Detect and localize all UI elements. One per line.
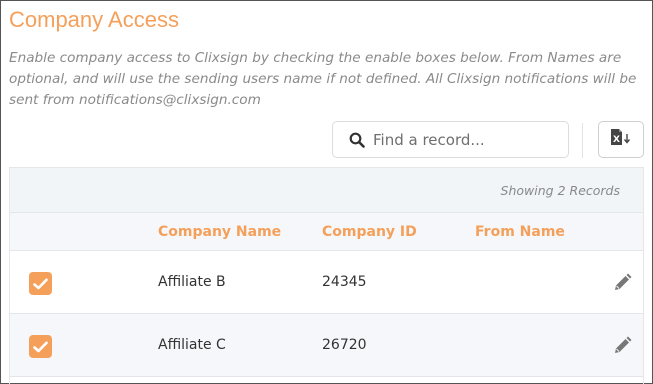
checkmark-icon — [33, 278, 48, 289]
page-frame: Company Access Enable company access to … — [0, 0, 653, 384]
enable-checkbox[interactable] — [29, 335, 52, 358]
export-excel-button[interactable]: X — [598, 121, 644, 158]
checkmark-icon — [33, 341, 48, 352]
edit-pencil-icon[interactable] — [612, 336, 632, 356]
page-title: Company Access — [9, 7, 179, 32]
excel-export-icon: X — [609, 128, 633, 151]
search-icon — [349, 132, 365, 148]
column-header-company-name[interactable]: Company Name — [158, 224, 281, 240]
table-row: Affiliate C 26720 — [10, 314, 643, 377]
column-header-company-id[interactable]: Company ID — [322, 224, 417, 240]
company-id-cell: 26720 — [322, 337, 367, 353]
search-input[interactable] — [373, 130, 563, 149]
svg-text:X: X — [613, 135, 620, 145]
record-count: Showing 2 Records — [500, 183, 620, 198]
search-box[interactable] — [332, 121, 569, 158]
column-header-from-name[interactable]: From Name — [475, 224, 565, 240]
company-grid: Showing 2 Records Company Name Company I… — [9, 167, 644, 384]
column-header-row: Company Name Company ID From Name — [10, 213, 643, 251]
toolbar-divider — [582, 123, 583, 158]
company-id-cell: 24345 — [322, 274, 367, 290]
company-name-cell: Affiliate B — [158, 274, 226, 290]
edit-pencil-icon[interactable] — [612, 273, 632, 293]
table-row: Affiliate B 24345 — [10, 251, 643, 314]
page-description: Enable company access to Clixsign by che… — [9, 50, 637, 108]
grid-toolbar: Showing 2 Records — [10, 168, 643, 213]
company-name-cell: Affiliate C — [158, 337, 226, 353]
enable-checkbox[interactable] — [29, 272, 52, 295]
